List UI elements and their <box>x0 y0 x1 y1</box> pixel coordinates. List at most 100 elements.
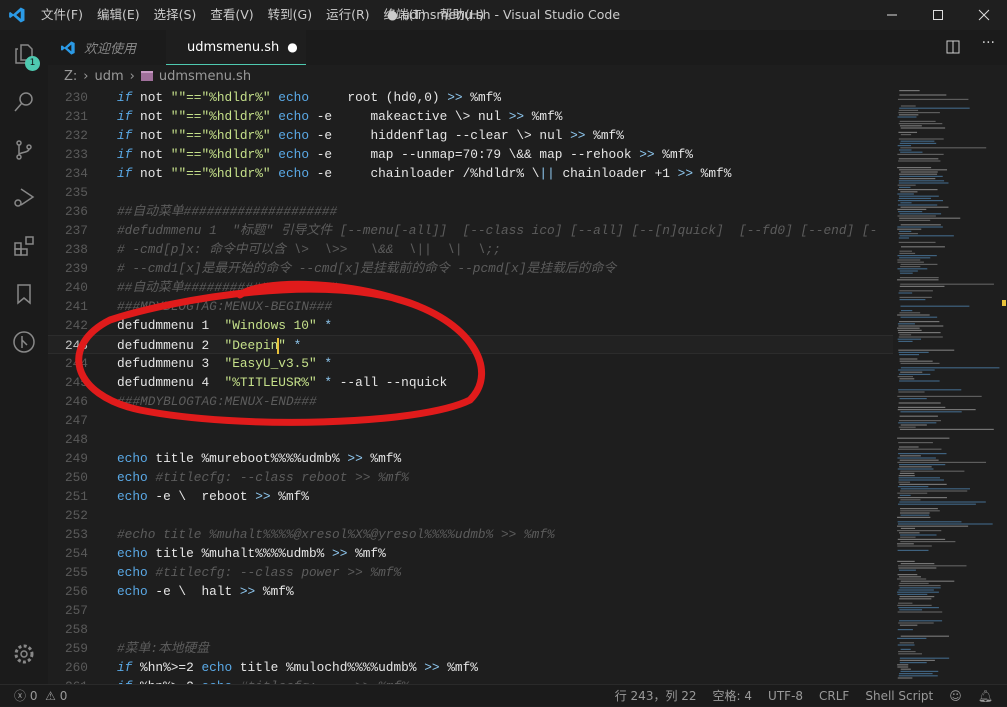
code-line[interactable]: 249 echo title %mureboot%%%%udmb% >> %mf% <box>48 449 893 468</box>
source-control-icon <box>16 140 32 160</box>
menu-item[interactable]: 选择(S) <box>147 0 204 30</box>
search-button[interactable] <box>0 78 48 126</box>
minimap-line <box>898 406 946 408</box>
code-line[interactable]: 240 ##自动菜单#################### <box>48 278 893 297</box>
indentation[interactable]: 空格: 4 <box>705 685 761 707</box>
breadcrumb-folder[interactable]: udm <box>95 69 124 84</box>
minimap-line <box>897 521 962 523</box>
line-number: 243 <box>64 338 88 353</box>
search-icon <box>14 92 33 112</box>
code-line[interactable]: 245 defudmmenu 4 "%TITLEUSR%" * --all --n… <box>48 373 893 392</box>
minimap-line <box>898 182 949 184</box>
maximize-button[interactable] <box>915 0 961 30</box>
code-line[interactable]: 255 echo #titlecfg: --class power >> %mf% <box>48 563 893 582</box>
code-line[interactable]: 237 #defudmmenu 1 "标题" 引导文件 [--menu[-all]… <box>48 221 893 240</box>
menu-item[interactable]: 转到(G) <box>261 0 319 30</box>
code-line[interactable]: 232 if not ""=="%hdldr%" echo -e hiddenfl… <box>48 126 893 145</box>
minimap-line <box>897 376 913 378</box>
code-line[interactable]: 235 <box>48 183 893 202</box>
code-line[interactable]: 236 ##自动菜单#################### <box>48 202 893 221</box>
feedback-icon[interactable]: ☺ <box>941 685 970 707</box>
line-ending[interactable]: CRLF <box>811 685 857 707</box>
code-text: #菜单:本地硬盘 <box>117 639 209 658</box>
menu-item[interactable]: 终端(T) <box>377 0 433 30</box>
token: -e \ reboot <box>147 489 256 504</box>
settings-button[interactable] <box>0 630 48 678</box>
menu-item[interactable]: 运行(R) <box>319 0 376 30</box>
minimap-line <box>897 184 916 186</box>
minimap-line <box>899 582 929 584</box>
extensions-button[interactable] <box>0 222 48 270</box>
code-line[interactable]: 256 echo -e \ halt >> %mf% <box>48 582 893 601</box>
minimize-button[interactable] <box>869 0 915 30</box>
code-editor[interactable]: 230 if not ""=="%hdldr%" echo root (hd0,0… <box>48 88 893 684</box>
git-graph-button[interactable] <box>0 318 48 366</box>
menu-item[interactable]: 查看(V) <box>203 0 260 30</box>
minimap-line <box>899 235 954 237</box>
encoding[interactable]: UTF-8 <box>760 685 811 707</box>
token: echo <box>117 451 148 466</box>
code-line[interactable]: 239 # --cmd1[x]是最开始的命令 --cmd[x]是挂载前的命令 --… <box>48 259 893 278</box>
menu-item[interactable]: 帮助(H) <box>433 0 491 30</box>
tab-welcome[interactable]: 欢迎使用 <box>48 30 166 65</box>
code-text: if not ""=="%hdldr%" echo -e chainloader… <box>117 164 731 183</box>
code-line[interactable]: 258 <box>48 620 893 639</box>
token: echo <box>278 147 310 162</box>
code-line[interactable]: 233 if not ""=="%hdldr%" echo -e map --un… <box>48 145 893 164</box>
line-number: 258 <box>64 622 88 637</box>
problems-indicator[interactable]: ⓧ 0 ⚠ 0 <box>0 685 75 707</box>
code-line[interactable]: 253 #echo title %muhalt%%%%@xresol%X%@yre… <box>48 525 893 544</box>
code-line[interactable]: 231 if not ""=="%hdldr%" echo -e makeacti… <box>48 107 893 126</box>
close-button[interactable] <box>961 0 1007 30</box>
language-mode[interactable]: Shell Script <box>857 685 941 707</box>
token: # --cmd1[x]是最开始的命令 --cmd[x]是挂载前的命令 --pcm… <box>117 261 617 276</box>
code-line[interactable]: 246 ###MDYBLOGTAG:MENUX-END### <box>48 392 893 411</box>
minimap[interactable] <box>893 88 1007 684</box>
tab-udmsmenu[interactable]: udmsmenu.sh ● <box>166 30 306 65</box>
minimap-line <box>900 371 923 373</box>
menu-item[interactable]: 编辑(E) <box>90 0 147 30</box>
bookmarks-button[interactable] <box>0 270 48 318</box>
code-text: echo title %muhalt%%%%udmb% >> %mf% <box>117 544 386 563</box>
code-line[interactable]: 254 echo title %muhalt%%%%udmb% >> %mf% <box>48 544 893 563</box>
minimap-line <box>898 391 925 393</box>
run-debug-button[interactable] <box>0 174 48 222</box>
line-number: 236 <box>64 204 88 219</box>
code-line[interactable]: 234 if not ""=="%hdldr%" echo -e chainloa… <box>48 164 893 183</box>
bell-icon[interactable]: 🔔︎ <box>970 685 1007 707</box>
split-editor-button[interactable] <box>945 39 961 59</box>
code-line[interactable]: 260 if %hn%>=2 echo title %mulochd%%%%udm… <box>48 658 893 677</box>
minimap-line <box>898 173 938 175</box>
minimap-line <box>899 142 937 144</box>
code-line[interactable]: 242 defudmmenu 1 "Windows 10" * <box>48 316 893 335</box>
minimap-line <box>899 250 912 252</box>
minimap-line <box>900 266 921 268</box>
minimap-line <box>897 204 938 206</box>
code-line[interactable]: 261 if %hn%>=2 echo #titlecfg: ... >> %mf… <box>48 677 893 684</box>
code-line[interactable]: 247 <box>48 411 893 430</box>
token: >> <box>677 166 693 181</box>
code-line[interactable]: 252 <box>48 506 893 525</box>
code-line[interactable]: 244 defudmmenu 3 "EasyU_v3.5" * <box>48 354 893 373</box>
unsaved-dot-icon[interactable]: ● <box>287 40 297 54</box>
code-line[interactable]: 230 if not ""=="%hdldr%" echo root (hd0,0… <box>48 88 893 107</box>
code-line[interactable]: 250 echo #titlecfg: --class reboot >> %mf… <box>48 468 893 487</box>
breadcrumb-file[interactable]: udmsmenu.sh <box>159 69 251 84</box>
minimap-line <box>898 149 912 151</box>
code-line[interactable]: 259 #菜单:本地硬盘 <box>48 639 893 658</box>
source-control-button[interactable] <box>0 126 48 174</box>
code-line[interactable]: 248 <box>48 430 893 449</box>
code-line[interactable]: 251 echo -e \ reboot >> %mf% <box>48 487 893 506</box>
code-line[interactable]: 238 # -cmd[p]x: 命令中可以含 \> \>> \&& \|| \| … <box>48 240 893 259</box>
minimap-line <box>900 508 938 510</box>
minimap-line <box>899 230 912 232</box>
explorer-button[interactable]: 1 <box>0 30 48 78</box>
code-line[interactable]: 241 ###MDYBLOGTAG:MENUX-BEGIN### <box>48 297 893 316</box>
cursor-position[interactable]: 行 243，列 22 <box>607 685 705 707</box>
menu-item[interactable]: 文件(F) <box>34 0 90 30</box>
code-text: # --cmd1[x]是最开始的命令 --cmd[x]是挂载前的命令 --pcm… <box>117 259 616 278</box>
code-line[interactable]: 257 <box>48 601 893 620</box>
code-line[interactable]: 243 defudmmenu 2 "Deepin" * <box>48 335 893 354</box>
breadcrumb-drive[interactable]: Z: <box>64 69 77 84</box>
more-actions-button[interactable]: ··· <box>982 35 995 51</box>
